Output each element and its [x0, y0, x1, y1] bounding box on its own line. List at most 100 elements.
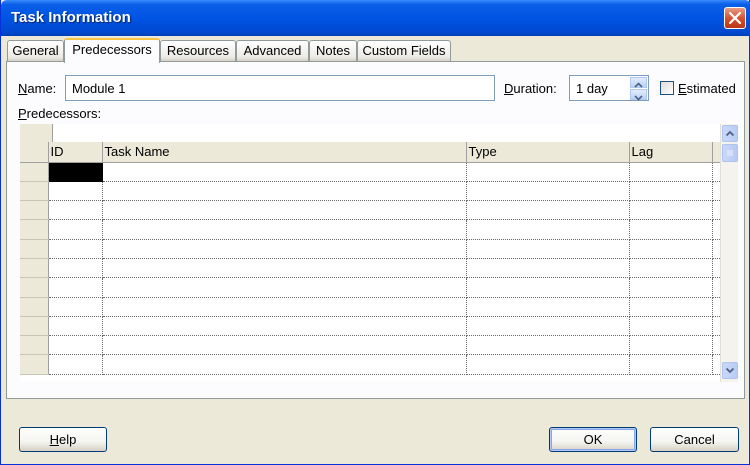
- title-bar[interactable]: Task Information: [1, 0, 750, 36]
- cell-type[interactable]: [466, 335, 630, 356]
- tab-notes[interactable]: Notes: [309, 40, 357, 61]
- tab-general[interactable]: General: [7, 40, 64, 61]
- cell-type[interactable]: [466, 239, 630, 259]
- cell-type[interactable]: [466, 181, 630, 202]
- cell-id[interactable]: [48, 316, 103, 337]
- row-header: [20, 200, 49, 221]
- vertical-scrollbar[interactable]: [720, 124, 738, 382]
- cell-id[interactable]: [48, 200, 103, 221]
- cell-filler: [712, 181, 720, 202]
- cell-filler: [712, 277, 720, 298]
- cell-lag[interactable]: [629, 181, 713, 202]
- cell-lag[interactable]: [629, 258, 713, 279]
- cell-type[interactable]: [466, 277, 630, 298]
- cell-filler: [712, 219, 720, 240]
- cell-task-name[interactable]: [102, 239, 467, 259]
- cell-id[interactable]: [48, 297, 103, 317]
- cell-task-name[interactable]: [102, 258, 467, 279]
- tab-advanced[interactable]: Advanced: [236, 40, 309, 61]
- spin-down-button[interactable]: [630, 89, 647, 101]
- cell-task-name[interactable]: [102, 219, 467, 240]
- row-header: [20, 277, 49, 298]
- row-header: [20, 335, 49, 356]
- column-header-lag[interactable]: Lag: [629, 142, 713, 163]
- table-row[interactable]: [20, 316, 720, 337]
- chevron-down-icon: [634, 95, 643, 101]
- cell-lag[interactable]: [629, 200, 713, 221]
- cell-type[interactable]: [466, 200, 630, 221]
- cell-task-name[interactable]: [102, 354, 467, 375]
- cell-lag[interactable]: [629, 316, 713, 337]
- edit-bar-corner: [20, 124, 53, 142]
- task-information-dialog: Task Information General Predecessors Re…: [0, 0, 750, 465]
- cell-lag[interactable]: [629, 335, 713, 356]
- cell-filler: [712, 354, 720, 375]
- cell-lag[interactable]: [629, 297, 713, 317]
- row-header: [20, 219, 49, 240]
- table-row[interactable]: [20, 297, 720, 317]
- table-row[interactable]: [20, 161, 720, 182]
- cell-id[interactable]: [48, 335, 103, 356]
- table-row[interactable]: [20, 239, 720, 259]
- cancel-button[interactable]: Cancel: [650, 427, 739, 452]
- column-header-filler: [712, 142, 720, 163]
- cell-task-name[interactable]: [102, 181, 467, 202]
- help-button[interactable]: Help: [19, 427, 107, 452]
- estimated-checkbox[interactable]: [660, 81, 674, 95]
- cell-id[interactable]: [48, 258, 103, 279]
- grid-corner: [20, 142, 49, 163]
- cell-type[interactable]: [466, 219, 630, 240]
- cell-task-name[interactable]: [102, 162, 467, 182]
- cell-lag[interactable]: [629, 219, 713, 240]
- close-button[interactable]: [724, 7, 746, 29]
- cell-type[interactable]: [466, 258, 630, 279]
- cell-filler: [712, 239, 720, 259]
- grip-icon: [727, 150, 733, 156]
- table-row[interactable]: [20, 277, 720, 298]
- row-header: [20, 258, 49, 279]
- tab-predecessors[interactable]: Predecessors: [64, 38, 160, 63]
- table-row[interactable]: [20, 219, 720, 240]
- spin-up-button[interactable]: [630, 77, 647, 88]
- cell-filler: [712, 297, 720, 317]
- ok-button[interactable]: OK: [549, 427, 637, 452]
- scroll-down-button[interactable]: [722, 362, 738, 379]
- column-header-id[interactable]: ID: [48, 142, 103, 163]
- cell-id[interactable]: [48, 181, 103, 202]
- cell-lag[interactable]: [629, 162, 713, 182]
- table-row[interactable]: [20, 181, 720, 202]
- cell-type[interactable]: [466, 316, 630, 337]
- scroll-up-button[interactable]: [722, 125, 738, 142]
- cell-type[interactable]: [466, 297, 630, 317]
- cell-lag[interactable]: [629, 239, 713, 259]
- cell-lag[interactable]: [629, 277, 713, 298]
- cell-filler: [712, 162, 720, 182]
- cell-task-name[interactable]: [102, 316, 467, 337]
- chevron-up-icon: [725, 130, 735, 137]
- table-row[interactable]: [20, 200, 720, 221]
- cell-task-name[interactable]: [102, 277, 467, 298]
- scroll-thumb[interactable]: [722, 144, 738, 162]
- table-row[interactable]: [20, 335, 720, 356]
- cell-task-name[interactable]: [102, 297, 467, 317]
- cell-id[interactable]: [47, 161, 103, 182]
- predecessors-grid[interactable]: ID Task Name Type Lag: [20, 142, 720, 382]
- cell-id[interactable]: [48, 277, 103, 298]
- duration-input[interactable]: 1 day: [569, 75, 630, 101]
- cell-id[interactable]: [48, 239, 103, 259]
- table-row[interactable]: [20, 258, 720, 279]
- name-input[interactable]: Module 1: [65, 75, 495, 101]
- tab-resources[interactable]: Resources: [160, 40, 236, 61]
- column-header-type[interactable]: Type: [466, 142, 630, 163]
- cell-lag[interactable]: [629, 354, 713, 375]
- cell-id[interactable]: [48, 354, 103, 375]
- cell-id[interactable]: [48, 219, 103, 240]
- table-row[interactable]: [20, 354, 720, 375]
- cell-edit-bar[interactable]: [20, 124, 720, 142]
- tab-custom-fields[interactable]: Custom Fields: [357, 40, 451, 61]
- cell-type[interactable]: [466, 162, 630, 182]
- column-header-task-name[interactable]: Task Name: [102, 142, 467, 163]
- cell-task-name[interactable]: [102, 200, 467, 221]
- cell-task-name[interactable]: [102, 335, 467, 356]
- cell-type[interactable]: [466, 354, 630, 375]
